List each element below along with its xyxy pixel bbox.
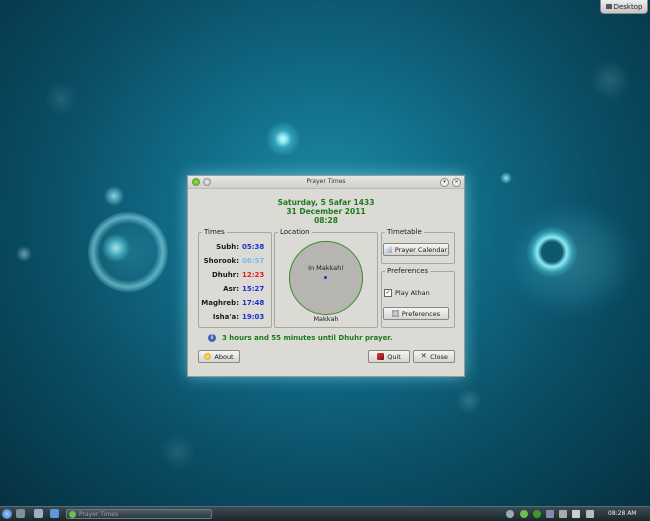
prayer-calendar-label: Prayer Calendar: [394, 245, 448, 254]
close-window-icon[interactable]: ×: [452, 178, 461, 187]
desktop-icon: [605, 4, 612, 9]
quit-label: Quit: [387, 352, 401, 361]
prayer-time: 19:03: [242, 313, 265, 321]
battery-tray-icon[interactable]: [586, 510, 594, 518]
window-title: Prayer Times: [306, 178, 346, 185]
star-icon: [204, 353, 212, 360]
hijri-date: Saturday, 5 Safar 1433: [277, 198, 375, 207]
about-button[interactable]: About: [198, 350, 240, 363]
application-launcher-icon[interactable]: [2, 509, 12, 519]
close-label: Close: [430, 352, 448, 361]
prayer-row-shorook: Shorook: 06:57: [199, 257, 271, 267]
desktop-button-label: Desktop: [613, 2, 643, 11]
prayer-tray-icon[interactable]: [533, 510, 541, 518]
preferences-label: Preferences: [401, 309, 441, 318]
close-button[interactable]: ✕ Close: [413, 350, 455, 363]
wallpaper-bubble: [44, 82, 78, 116]
prayer-time: 12:23: [242, 271, 265, 279]
date-display: Saturday, 5 Safar 1433 31 December 2011 …: [188, 198, 464, 225]
preferences-group-title: Preferences: [385, 267, 431, 275]
folder-icon[interactable]: [16, 509, 25, 518]
wallpaper-bubble: [160, 434, 196, 470]
wallpaper-bubble: [100, 232, 132, 264]
wallpaper-bubble: [16, 246, 32, 262]
prayer-name: Subh:: [216, 243, 239, 251]
prayer-row-asr: Asr: 15:27: [199, 285, 271, 295]
play-athan-checkbox[interactable]: ✓ Play Athan: [384, 289, 430, 297]
wallpaper-bubble: [500, 172, 512, 184]
prayer-time: 05:38: [242, 243, 265, 251]
prayer-time: 06:57: [242, 257, 265, 265]
status-message: i 3 hours and 55 minutes until Dhuhr pra…: [208, 334, 392, 342]
volume-tray-icon[interactable]: [572, 510, 580, 518]
play-athan-label: Play Athan: [395, 289, 430, 297]
wallpaper-bubble: [266, 122, 300, 156]
checkbox-check-icon[interactable]: ✓: [384, 289, 392, 297]
prayer-row-dhuhr: Dhuhr: 12:23: [199, 271, 271, 281]
taskbar-item-prayer-times[interactable]: Prayer Times: [66, 509, 212, 519]
file-manager-icon[interactable]: [34, 509, 43, 518]
prayer-name: Shorook:: [203, 257, 239, 265]
tools-tray-icon[interactable]: [559, 510, 567, 518]
location-status: In Makkah!: [308, 264, 344, 272]
minimize-icon[interactable]: ▾: [440, 178, 449, 187]
wallpaper-bubble: [590, 60, 630, 100]
browser-icon[interactable]: [50, 509, 59, 518]
location-globe: In Makkah!: [289, 241, 363, 315]
status-text: 3 hours and 55 minutes until Dhuhr praye…: [222, 334, 393, 342]
chat-tray-icon[interactable]: [520, 510, 528, 518]
location-group: Location In Makkah! Makkah: [274, 228, 378, 328]
prayer-times-window: Prayer Times ▾ × Saturday, 5 Safar 1433 …: [187, 175, 465, 377]
times-group: Times Subh: 05:38 Shorook: 06:57 Dhuhr: …: [198, 228, 272, 328]
prayer-name: Isha'a:: [212, 313, 239, 321]
prayer-name: Dhuhr:: [211, 271, 239, 279]
exit-icon: [377, 353, 385, 360]
window-titlebar[interactable]: Prayer Times ▾ ×: [188, 176, 464, 189]
wallpaper-bubble: [104, 186, 124, 206]
gregorian-date: 31 December 2011: [286, 207, 366, 216]
timetable-group-title: Timetable: [385, 228, 424, 236]
times-group-title: Times: [202, 228, 227, 236]
prayer-row-subh: Subh: 05:38: [199, 243, 271, 253]
prayer-calendar-button[interactable]: Prayer Calendar: [383, 243, 449, 256]
close-icon: ✕: [420, 352, 428, 360]
quit-button[interactable]: Quit: [368, 350, 410, 363]
prayer-time: 17:48: [242, 299, 265, 307]
prayer-row-ishaa: Isha'a: 19:03: [199, 313, 271, 323]
wallpaper-bubble: [526, 226, 578, 278]
location-name: Makkah: [313, 315, 339, 323]
task-label: Prayer Times: [79, 510, 119, 518]
current-time: 08:28: [314, 216, 338, 225]
location-marker: [324, 276, 327, 279]
prayer-time: 15:27: [242, 285, 265, 293]
clock[interactable]: 08:28 AM: [608, 510, 636, 520]
prayer-name: Maghreb:: [201, 299, 239, 307]
about-label: About: [214, 352, 234, 361]
network-tray-icon[interactable]: [546, 510, 554, 518]
info-icon: i: [208, 334, 216, 342]
prayer-name: Asr:: [223, 285, 239, 293]
wallpaper-bubble: [456, 388, 482, 414]
location-group-title: Location: [278, 228, 312, 236]
taskbar: Prayer Times 08:28 AM: [0, 506, 650, 521]
app-icon: [69, 510, 76, 518]
prayer-row-maghreb: Maghreb: 17:48: [199, 299, 271, 309]
preferences-button[interactable]: Preferences: [383, 307, 449, 320]
settings-icon: [391, 310, 399, 317]
info-tray-icon[interactable]: [506, 510, 514, 518]
desktop-toolbox-button[interactable]: Desktop: [600, 0, 648, 14]
calendar-search-icon: [384, 246, 392, 253]
